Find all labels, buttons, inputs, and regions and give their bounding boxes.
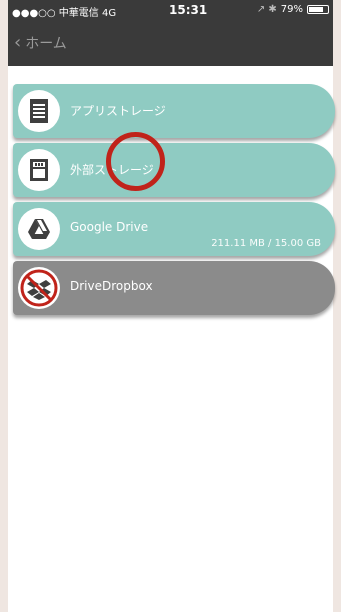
storage-item-google-drive[interactable]: Google Drive 211.11 MB / 15.00 GB	[13, 202, 335, 256]
google-drive-icon	[18, 208, 60, 250]
phone-screen: ●●●○○ 中華電信 4G 15:31 ↗ ✱ 79% ‹ ホーム アプリストレ…	[8, 0, 335, 612]
storage-item-app[interactable]: アプリストレージ	[13, 84, 335, 138]
battery-level	[309, 7, 323, 12]
carrier-text: ●●●○○ 中華電信 4G	[12, 8, 117, 19]
chevron-left-icon: ‹	[14, 32, 22, 53]
location-bluetooth-icon: ↗ ✱	[256, 4, 277, 15]
highlight-circle	[106, 132, 165, 191]
storage-item-label: Google Drive	[70, 220, 149, 234]
back-button[interactable]: ‹ ホーム	[14, 33, 67, 53]
dropbox-disabled-icon	[18, 267, 60, 309]
storage-usage: 211.11 MB / 15.00 GB	[211, 238, 321, 249]
storage-item-label: アプリストレージ	[70, 104, 166, 118]
storage-list: アプリストレージ 外部ストレージ Google Drive 211.11 MB …	[8, 66, 335, 612]
status-bar: ●●●○○ 中華電信 4G 15:31 ↗ ✱ 79%	[8, 0, 333, 20]
storage-item-label: DriveDropbox	[70, 279, 153, 293]
clock: 15:31	[169, 3, 208, 17]
storage-item-dropbox[interactable]: DriveDropbox	[13, 261, 335, 315]
status-right: ↗ ✱ 79%	[257, 4, 329, 15]
back-label: ホーム	[25, 36, 67, 52]
battery-percent: 79%	[280, 4, 303, 15]
navigation-bar: ‹ ホーム	[8, 20, 333, 66]
battery-icon	[307, 5, 329, 14]
sd-card-icon	[18, 149, 60, 191]
document-icon	[18, 90, 60, 132]
storage-item-external[interactable]: 外部ストレージ	[13, 143, 335, 197]
